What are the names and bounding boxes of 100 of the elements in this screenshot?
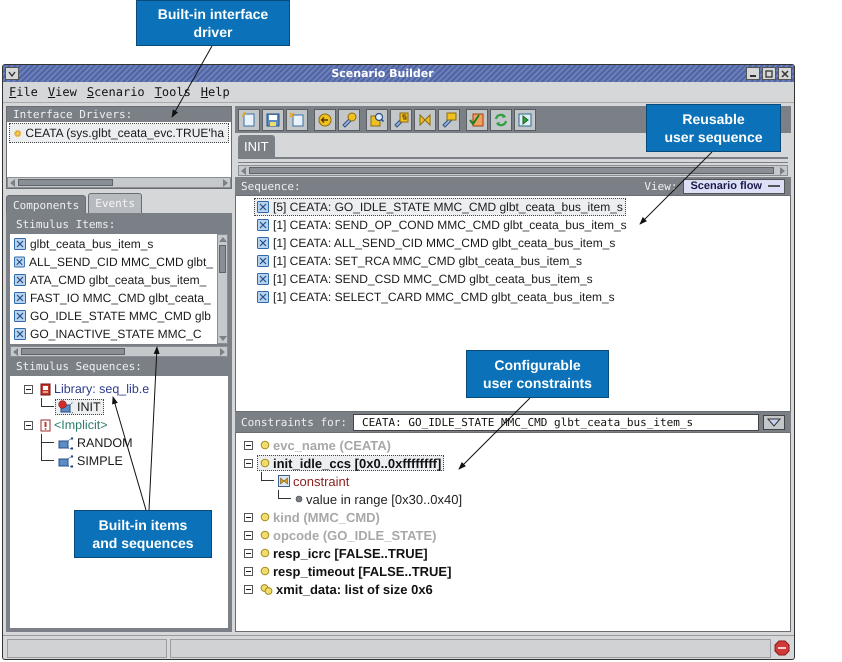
tree-item[interactable]: INIT [55,399,104,415]
sequence-item[interactable]: [1] CEATA: SET_RCA MMC_CMD glbt_ceata_bus_item_s [254,252,585,270]
tree-item[interactable]: xmit_data: list of size 0x6 [257,581,436,597]
tree-line [261,472,274,481]
refresh-button[interactable] [490,108,512,130]
list-item[interactable]: GO_INACTIVE_STATE MMC_C [10,325,217,343]
callout: Built-in interface driver [136,0,290,46]
collapse-icon[interactable] [244,548,253,558]
s-document-icon [392,110,410,128]
book-icon [40,382,51,396]
sequence-item[interactable]: [1] CEATA: SEND_OP_COND MMC_CMD glbt_ceata_bus_item_s [254,216,630,234]
check-document-icon [468,110,486,128]
dropdown-button[interactable] [763,414,785,430]
vertical-scrollbar[interactable] [217,234,228,344]
navigate-button[interactable] [314,108,336,130]
scrollbar-thumb[interactable] [249,167,774,174]
tree-item[interactable]: Library: seq_lib.e [37,381,152,397]
scrollbar-thumb[interactable] [18,179,113,186]
tree-item[interactable]: init_idle_ccs [0x0..0xffffffff] [257,455,444,471]
menu-item[interactable]: View [48,85,77,99]
callout: Configurable user constraints [466,350,609,398]
item-icon [257,255,269,267]
close-icon [781,70,789,78]
note-icon [440,110,458,128]
tree-item[interactable]: <Implicit> [37,417,110,433]
maximize-icon [765,70,773,78]
window-title: Scenario Builder [330,67,435,80]
list-item[interactable]: glbt_ceata_bus_item_s [10,235,217,253]
check-button[interactable] [466,108,488,130]
panel-title: Sequence: [241,180,301,192]
maximize-button[interactable] [762,67,776,80]
collapse-icon[interactable] [244,458,253,468]
horizontal-scrollbar[interactable] [10,346,228,357]
sequence-item[interactable]: [1] CEATA: ALL_SEND_CID MMC_CMD glbt_ceata_bus_item_s [254,234,618,252]
callout: Built-in items and sequences [74,510,212,558]
sequence-button[interactable] [390,108,412,130]
callout: Reusable user sequence [646,104,781,152]
play-icon [516,110,534,128]
item-icon [257,219,269,231]
tree-item[interactable]: resp_timeout [FALSE..TRUE] [257,563,454,579]
constraint-icon [278,475,290,487]
sequence-item[interactable]: [1] CEATA: SEND_CSD MMC_CMD glbt_ceata_bus_item_s [254,270,596,288]
list-icon [260,584,273,594]
tree-line [278,490,291,499]
caret-icon [767,418,781,426]
document-icon [288,110,306,128]
new-file-button[interactable] [238,108,260,130]
sequence-icon [58,400,74,414]
item-icon [14,256,25,268]
menu-item[interactable]: File [9,85,38,99]
item-icon [14,328,26,340]
close-button[interactable] [778,67,792,80]
run-button[interactable] [514,108,536,130]
stop-icon[interactable] [774,640,790,656]
item-icon [14,238,26,250]
view-dropdown[interactable]: Scenario flow [683,178,785,194]
dot-icon [295,495,303,503]
minimize-button[interactable] [746,67,760,80]
collapse-icon[interactable] [24,420,33,430]
list-item[interactable]: ALL_SEND_CID MMC_CMD glbt_ [10,253,217,271]
list-item[interactable]: GO_IDLE_STATE MMC_CMD glb [10,307,217,325]
tab[interactable]: INIT [238,135,275,157]
item-icon [257,237,269,249]
tree-item[interactable]: resp_icrc [FALSE..TRUE] [257,545,431,561]
sequence-item[interactable]: [5] CEATA: GO_IDLE_STATE MMC_CMD glbt_ceata_bus_item_s [254,198,626,216]
export-button[interactable] [286,108,308,130]
tree-item[interactable]: constraint [275,473,352,489]
list-item[interactable]: ATA_CMD glbt_ceata_bus_item_ [10,271,217,289]
panel-title: Constraints for: [241,416,347,428]
item-icon [14,292,26,304]
window-menu-button[interactable] [5,67,19,80]
collapse-icon[interactable] [244,566,253,576]
horizontal-scrollbar[interactable] [7,177,231,188]
caret-icon [8,70,16,76]
sequence-icon [58,454,74,468]
document-icon [40,418,51,432]
item-icon [14,274,26,286]
collapse-icon[interactable] [24,384,33,394]
tree-item[interactable]: value in range [0x30..0x40] [292,491,466,507]
list-item[interactable]: FAST_IO MMC_CMD glbt_ceata_ [10,289,217,307]
horizontal-scrollbar[interactable] [238,165,788,176]
item-icon [257,273,269,285]
scrollbar-thumb[interactable] [219,245,226,274]
scrollbar-thumb[interactable] [21,348,125,355]
find-button[interactable] [366,108,388,130]
tree-item[interactable]: SIMPLE [55,453,126,469]
menu-item[interactable]: Help [200,85,230,99]
item-icon [14,310,26,322]
save-button[interactable] [262,108,284,130]
tree-line [41,398,54,407]
dash-icon [768,184,780,188]
constraint-button[interactable] [414,108,436,130]
menu-item[interactable]: Scenario [86,85,145,99]
edit-button[interactable] [338,108,360,130]
comment-button[interactable] [438,108,460,130]
sequence-item[interactable]: [1] CEATA: SELECT_CARD MMC_CMD glbt_ceata_bus_item_s [254,288,618,306]
driver-item[interactable]: CEATA (sys.glbt_ceata_evc.TRUE'ha [9,123,229,143]
collapse-icon[interactable] [244,584,253,594]
sequence-icon [58,436,74,450]
item-icon [257,291,269,303]
